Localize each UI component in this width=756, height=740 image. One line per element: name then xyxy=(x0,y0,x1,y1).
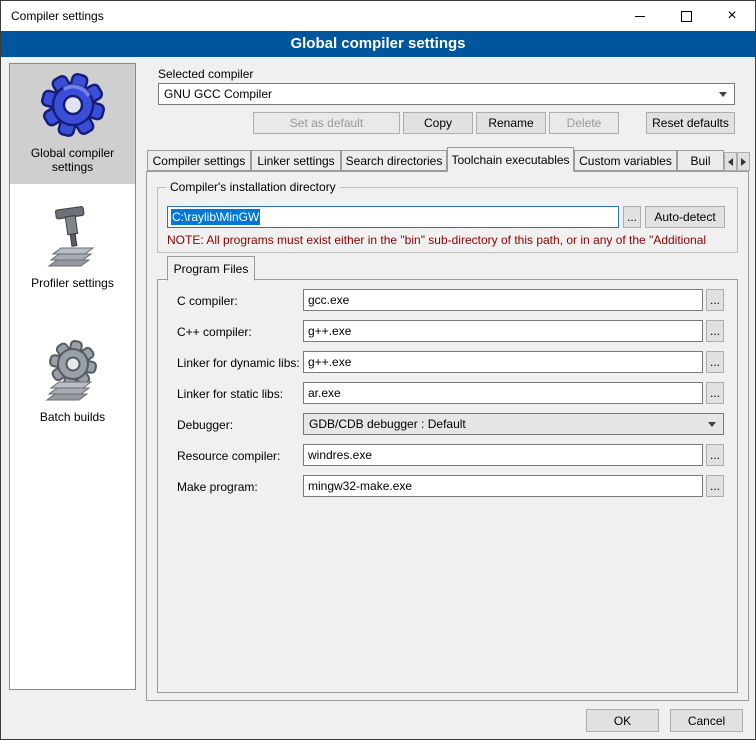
delete-button[interactable]: Delete xyxy=(549,112,619,134)
c-compiler-label: C compiler: xyxy=(177,294,238,308)
button-label: Copy xyxy=(424,116,452,130)
subtab-program-files[interactable]: Program Files xyxy=(167,256,255,281)
maximize-icon xyxy=(681,11,692,22)
tab-custom-variables[interactable]: Custom variables xyxy=(574,150,677,171)
linker-dynamic-browse-button[interactable]: ... xyxy=(706,351,724,373)
button-label: Delete xyxy=(567,116,602,130)
c-compiler-browse-button[interactable]: ... xyxy=(706,289,724,311)
profiler-hammer-icon xyxy=(43,204,103,268)
sidebar-item-label: Global compiler settings xyxy=(13,146,132,174)
button-label: Reset defaults xyxy=(652,116,729,130)
set-as-default-button[interactable]: Set as default xyxy=(253,112,400,134)
tab-label: Buil xyxy=(690,154,710,168)
button-label: ... xyxy=(710,293,720,307)
tab-scroll-right-button[interactable] xyxy=(737,152,750,171)
sidebar-item-global-compiler-settings[interactable]: Global compiler settings xyxy=(10,64,135,184)
sidebar-item-label: Batch builds xyxy=(40,410,105,424)
installation-directory-browse-button[interactable]: ... xyxy=(623,206,641,228)
cancel-button[interactable]: Cancel xyxy=(670,709,743,732)
button-label: ... xyxy=(627,210,637,224)
cpp-compiler-input[interactable] xyxy=(303,320,703,342)
maximize-button[interactable] xyxy=(663,1,709,31)
tab-compiler-settings[interactable]: Compiler settings xyxy=(147,150,251,171)
sidebar-item-profiler-settings[interactable]: Profiler settings xyxy=(10,196,135,300)
window-controls: × xyxy=(617,1,755,31)
button-label: ... xyxy=(710,355,720,369)
tab-linker-settings[interactable]: Linker settings xyxy=(251,150,341,171)
installation-directory-legend: Compiler's installation directory xyxy=(166,180,340,194)
batch-builds-gear-icon xyxy=(41,336,105,402)
selected-compiler-value: GNU GCC Compiler xyxy=(164,87,272,101)
cpp-compiler-browse-button[interactable]: ... xyxy=(706,320,724,342)
tab-search-directories[interactable]: Search directories xyxy=(341,150,447,171)
selected-compiler-label: Selected compiler xyxy=(158,67,253,81)
arrow-left-icon xyxy=(728,158,733,166)
resource-compiler-browse-button[interactable]: ... xyxy=(706,444,724,466)
reset-defaults-button[interactable]: Reset defaults xyxy=(646,112,735,134)
linker-static-browse-button[interactable]: ... xyxy=(706,382,724,404)
window-title: Compiler settings xyxy=(1,9,104,23)
tab-build-truncated[interactable]: Buil xyxy=(677,150,724,171)
auto-detect-button[interactable]: Auto-detect xyxy=(645,206,725,228)
tab-label: Toolchain executables xyxy=(451,153,569,167)
sidebar-item-batch-builds[interactable]: Batch builds xyxy=(10,328,135,434)
compiler-settings-window: Compiler settings × Global compiler sett… xyxy=(0,0,756,740)
minimize-icon xyxy=(635,16,645,17)
installation-directory-input[interactable]: C:\raylib\MinGW xyxy=(167,206,619,228)
linker-dynamic-label: Linker for dynamic libs: xyxy=(177,356,300,370)
arrow-right-icon xyxy=(741,158,746,166)
button-label: ... xyxy=(710,479,720,493)
resource-compiler-input[interactable] xyxy=(303,444,703,466)
dialog-header-title: Global compiler settings xyxy=(1,31,755,57)
blue-gear-icon xyxy=(40,72,106,138)
button-label: Cancel xyxy=(688,714,725,728)
linker-static-input[interactable] xyxy=(303,382,703,404)
linker-dynamic-input[interactable] xyxy=(303,351,703,373)
button-label: Auto-detect xyxy=(654,210,715,224)
tab-scroll-left-button[interactable] xyxy=(724,152,737,171)
button-label: ... xyxy=(710,448,720,462)
minimize-button[interactable] xyxy=(617,1,663,31)
button-label: Rename xyxy=(488,116,533,130)
installation-note-text: NOTE: All programs must exist either in … xyxy=(167,233,742,247)
rename-button[interactable]: Rename xyxy=(476,112,546,134)
sidebar-item-label: Profiler settings xyxy=(31,276,114,290)
selected-compiler-select[interactable]: GNU GCC Compiler xyxy=(158,83,735,105)
subtab-label: Program Files xyxy=(174,262,249,276)
settings-sidebar: Global compiler settings Profiler settin… xyxy=(9,63,136,690)
debugger-select[interactable]: GDB/CDB debugger : Default xyxy=(303,413,724,435)
chevron-down-icon xyxy=(719,92,727,97)
tab-label: Custom variables xyxy=(579,154,672,168)
tab-label: Search directories xyxy=(346,154,443,168)
button-label: Set as default xyxy=(290,116,363,130)
installation-directory-value: C:\raylib\MinGW xyxy=(171,209,260,225)
close-button[interactable]: × xyxy=(709,1,755,31)
copy-button[interactable]: Copy xyxy=(403,112,473,134)
button-label: ... xyxy=(710,324,720,338)
make-program-browse-button[interactable]: ... xyxy=(706,475,724,497)
tab-label: Linker settings xyxy=(257,154,334,168)
c-compiler-input[interactable] xyxy=(303,289,703,311)
titlebar[interactable]: Compiler settings × xyxy=(1,1,755,31)
make-program-input[interactable] xyxy=(303,475,703,497)
chevron-down-icon xyxy=(708,422,716,427)
cpp-compiler-label: C++ compiler: xyxy=(177,325,252,339)
button-label: ... xyxy=(710,386,720,400)
ok-button[interactable]: OK xyxy=(586,709,659,732)
button-label: OK xyxy=(614,714,631,728)
close-icon: × xyxy=(727,8,736,24)
linker-static-label: Linker for static libs: xyxy=(177,387,283,401)
tab-toolchain-executables[interactable]: Toolchain executables xyxy=(447,147,574,172)
make-program-label: Make program: xyxy=(177,480,258,494)
tab-label: Compiler settings xyxy=(153,154,246,168)
debugger-label: Debugger: xyxy=(177,418,233,432)
resource-compiler-label: Resource compiler: xyxy=(177,449,280,463)
debugger-select-value: GDB/CDB debugger : Default xyxy=(309,417,466,431)
